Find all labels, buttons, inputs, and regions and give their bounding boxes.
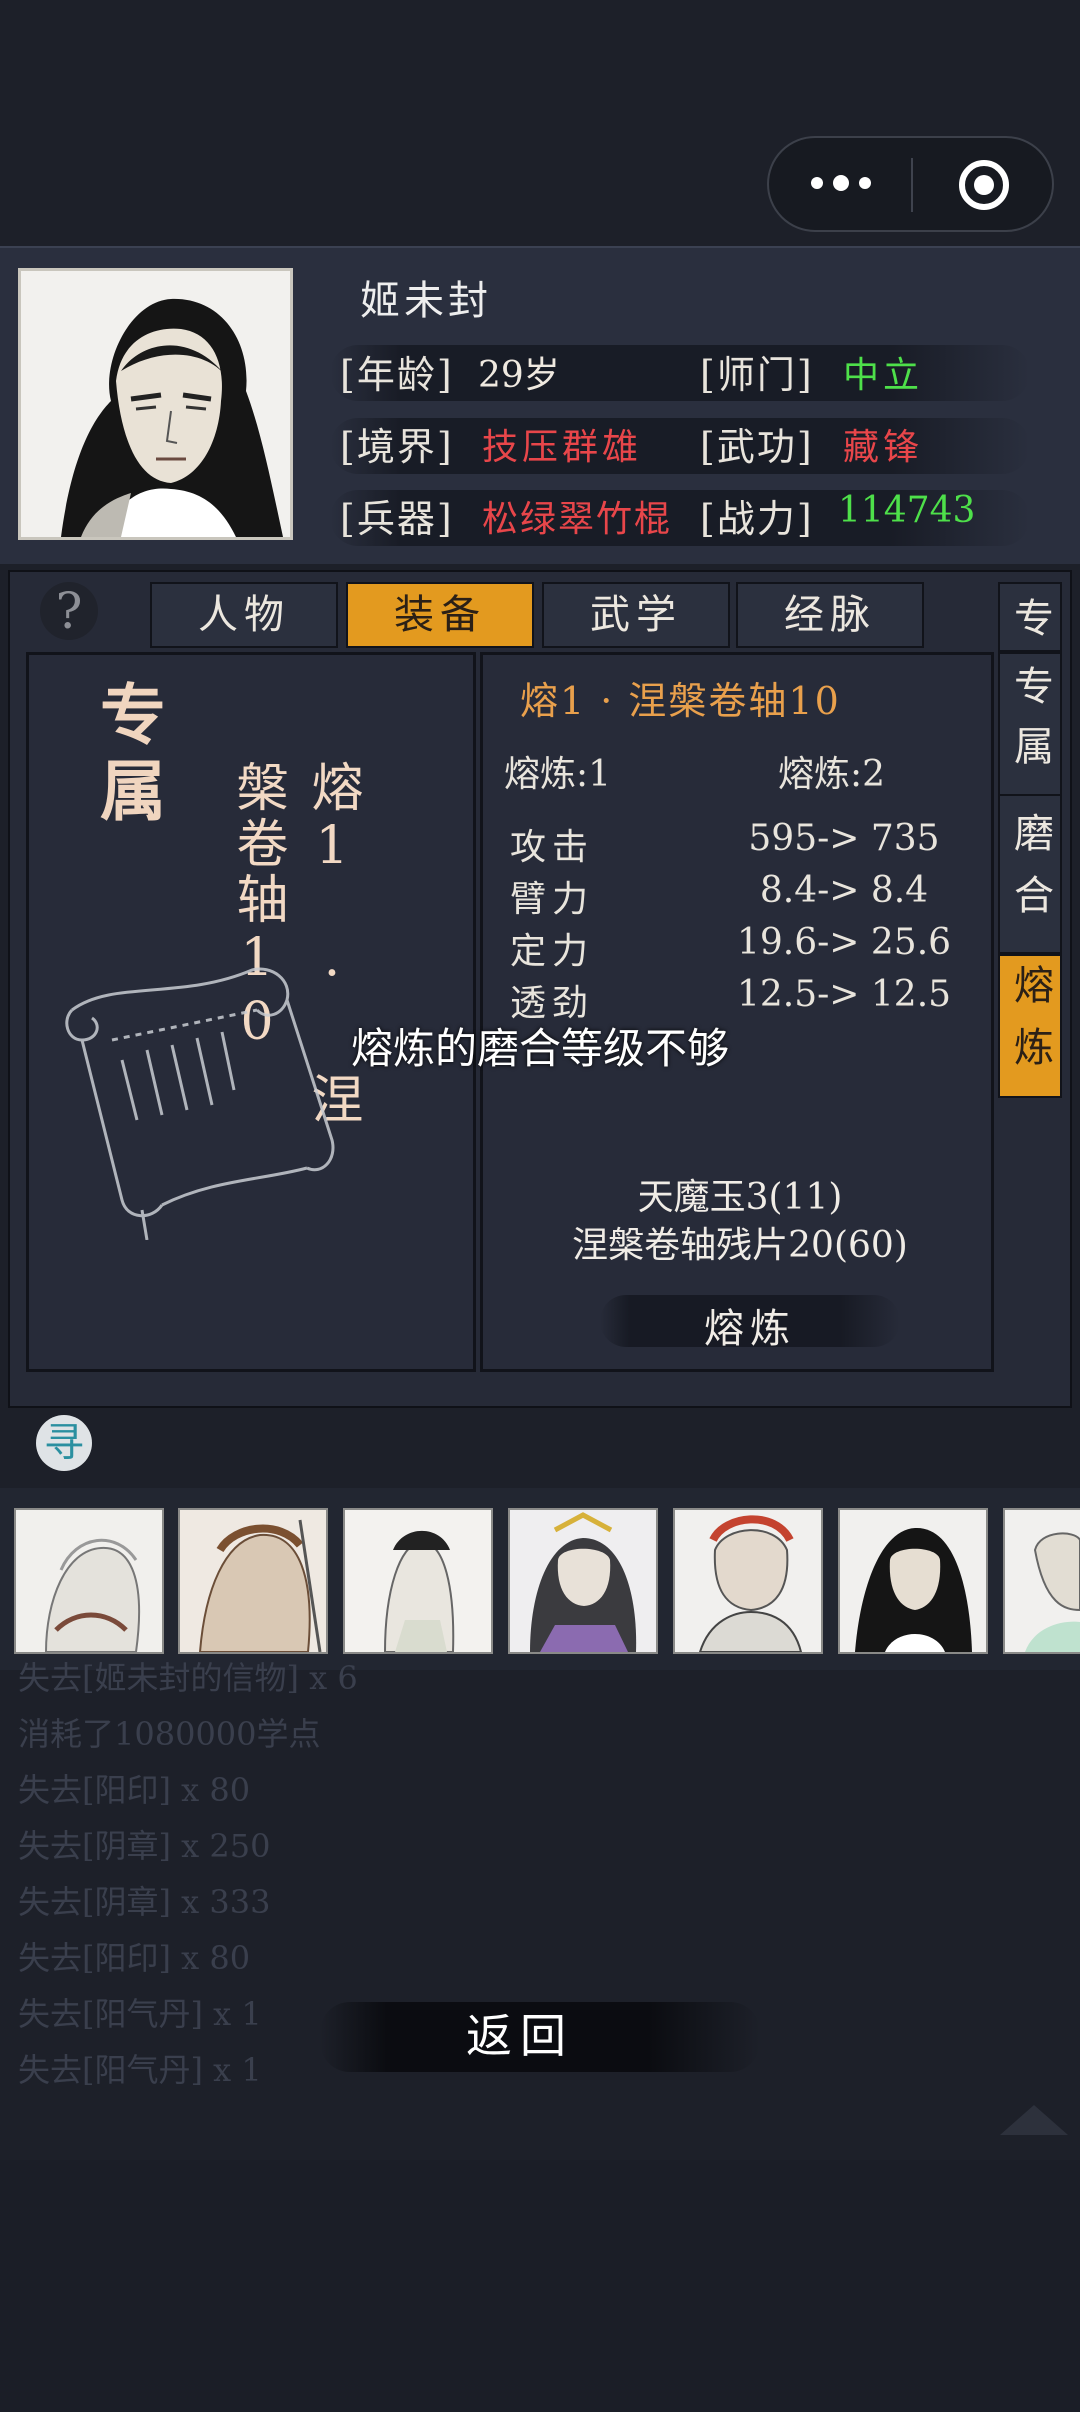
age-value: 29岁 bbox=[478, 355, 560, 396]
log-line: 失去[阴章] x 250 bbox=[18, 1827, 271, 1865]
attribute-row-focus: 定力 19.6-> 25.6 bbox=[510, 922, 951, 974]
material-1: 天魔玉3(11) bbox=[637, 1177, 843, 1218]
close-target-icon[interactable] bbox=[959, 160, 1009, 210]
character-roster bbox=[0, 1488, 1080, 1670]
attribute-name: 定力 bbox=[510, 931, 595, 972]
roster-character-card[interactable] bbox=[178, 1508, 328, 1654]
weapon-value: 松绿翠竹棍 bbox=[482, 499, 673, 540]
toast-message: 熔炼的磨合等级不够 bbox=[350, 1024, 729, 1073]
realm-label: [境界] bbox=[340, 425, 454, 469]
tab-martial-arts[interactable]: 武学 bbox=[542, 582, 730, 648]
roster-character-card[interactable] bbox=[508, 1508, 658, 1654]
attribute-name: 臂力 bbox=[510, 879, 595, 920]
side-tab-exclusive[interactable]: 专 bbox=[998, 582, 1062, 652]
martial-value: 藏锋 bbox=[843, 427, 924, 468]
school-label: [师门] bbox=[700, 353, 814, 397]
smelt-button[interactable]: 熔炼 bbox=[600, 1296, 900, 1354]
roster-character-card[interactable] bbox=[838, 1508, 988, 1654]
mini-program-capsule bbox=[767, 136, 1054, 232]
roster-character-card[interactable] bbox=[673, 1508, 823, 1654]
character-portrait bbox=[18, 268, 293, 540]
item-title: 熔1 · 涅槃卷轴10 bbox=[520, 679, 841, 723]
realm-value: 技压群雄 bbox=[482, 427, 643, 468]
log-line: 失去[阳印] x 80 bbox=[18, 1771, 251, 1809]
log-line: 失去[阳印] x 80 bbox=[18, 1939, 251, 1977]
item-category: 专属 bbox=[89, 680, 167, 832]
weapon-label: [兵器] bbox=[340, 497, 454, 541]
help-icon[interactable]: ? bbox=[40, 582, 98, 640]
back-button[interactable]: 返回 bbox=[310, 1990, 730, 2082]
attribute-change: 12.5-> 12.5 bbox=[736, 974, 952, 1015]
search-icon[interactable]: 寻 bbox=[36, 1415, 92, 1471]
attribute-row-attack: 攻击 595-> 735 bbox=[510, 818, 950, 870]
scroll-up-icon[interactable] bbox=[1000, 2105, 1068, 2135]
power-value: 114743 bbox=[838, 490, 976, 531]
more-menu-icon[interactable] bbox=[811, 168, 891, 198]
tab-equipment[interactable]: 装备 bbox=[346, 582, 534, 648]
attribute-name: 攻击 bbox=[510, 827, 595, 868]
attribute-row-strength: 臂力 8.4-> 8.4 bbox=[510, 870, 950, 922]
material-2: 涅槃卷轴残片20(60) bbox=[572, 1225, 908, 1266]
side-tab-exclusive-label[interactable]: 专属 bbox=[998, 652, 1062, 798]
roster-character-card[interactable] bbox=[1003, 1508, 1080, 1654]
tab-meridians[interactable]: 经脉 bbox=[736, 582, 924, 648]
log-line: 失去[姬未封的信物] x 6 bbox=[18, 1659, 358, 1697]
school-value: 中立 bbox=[843, 355, 924, 396]
scroll-icon bbox=[52, 940, 362, 1241]
smelt-level-from: 熔炼:1 bbox=[504, 754, 612, 795]
martial-label: [武功] bbox=[700, 425, 814, 469]
side-tab-fitting[interactable]: 磨合 bbox=[998, 794, 1062, 954]
attribute-change: 8.4-> 8.4 bbox=[759, 870, 929, 911]
character-name: 姬未封 bbox=[360, 278, 492, 324]
bottom-blank-area bbox=[0, 2160, 1080, 2412]
age-label: [年龄] bbox=[340, 353, 454, 397]
log-line: 失去[阴章] x 333 bbox=[18, 1883, 271, 1921]
smelt-level-to: 熔炼:2 bbox=[778, 754, 886, 795]
capsule-divider bbox=[911, 158, 913, 212]
power-label: [战力] bbox=[700, 497, 814, 541]
log-line: 消耗了1080000学点 bbox=[18, 1715, 321, 1753]
attribute-change: 595-> 735 bbox=[748, 818, 940, 859]
attribute-change: 19.6-> 25.6 bbox=[736, 922, 952, 963]
roster-character-card[interactable] bbox=[343, 1508, 493, 1654]
tab-character[interactable]: 人物 bbox=[150, 582, 338, 648]
roster-character-card[interactable] bbox=[14, 1508, 164, 1654]
